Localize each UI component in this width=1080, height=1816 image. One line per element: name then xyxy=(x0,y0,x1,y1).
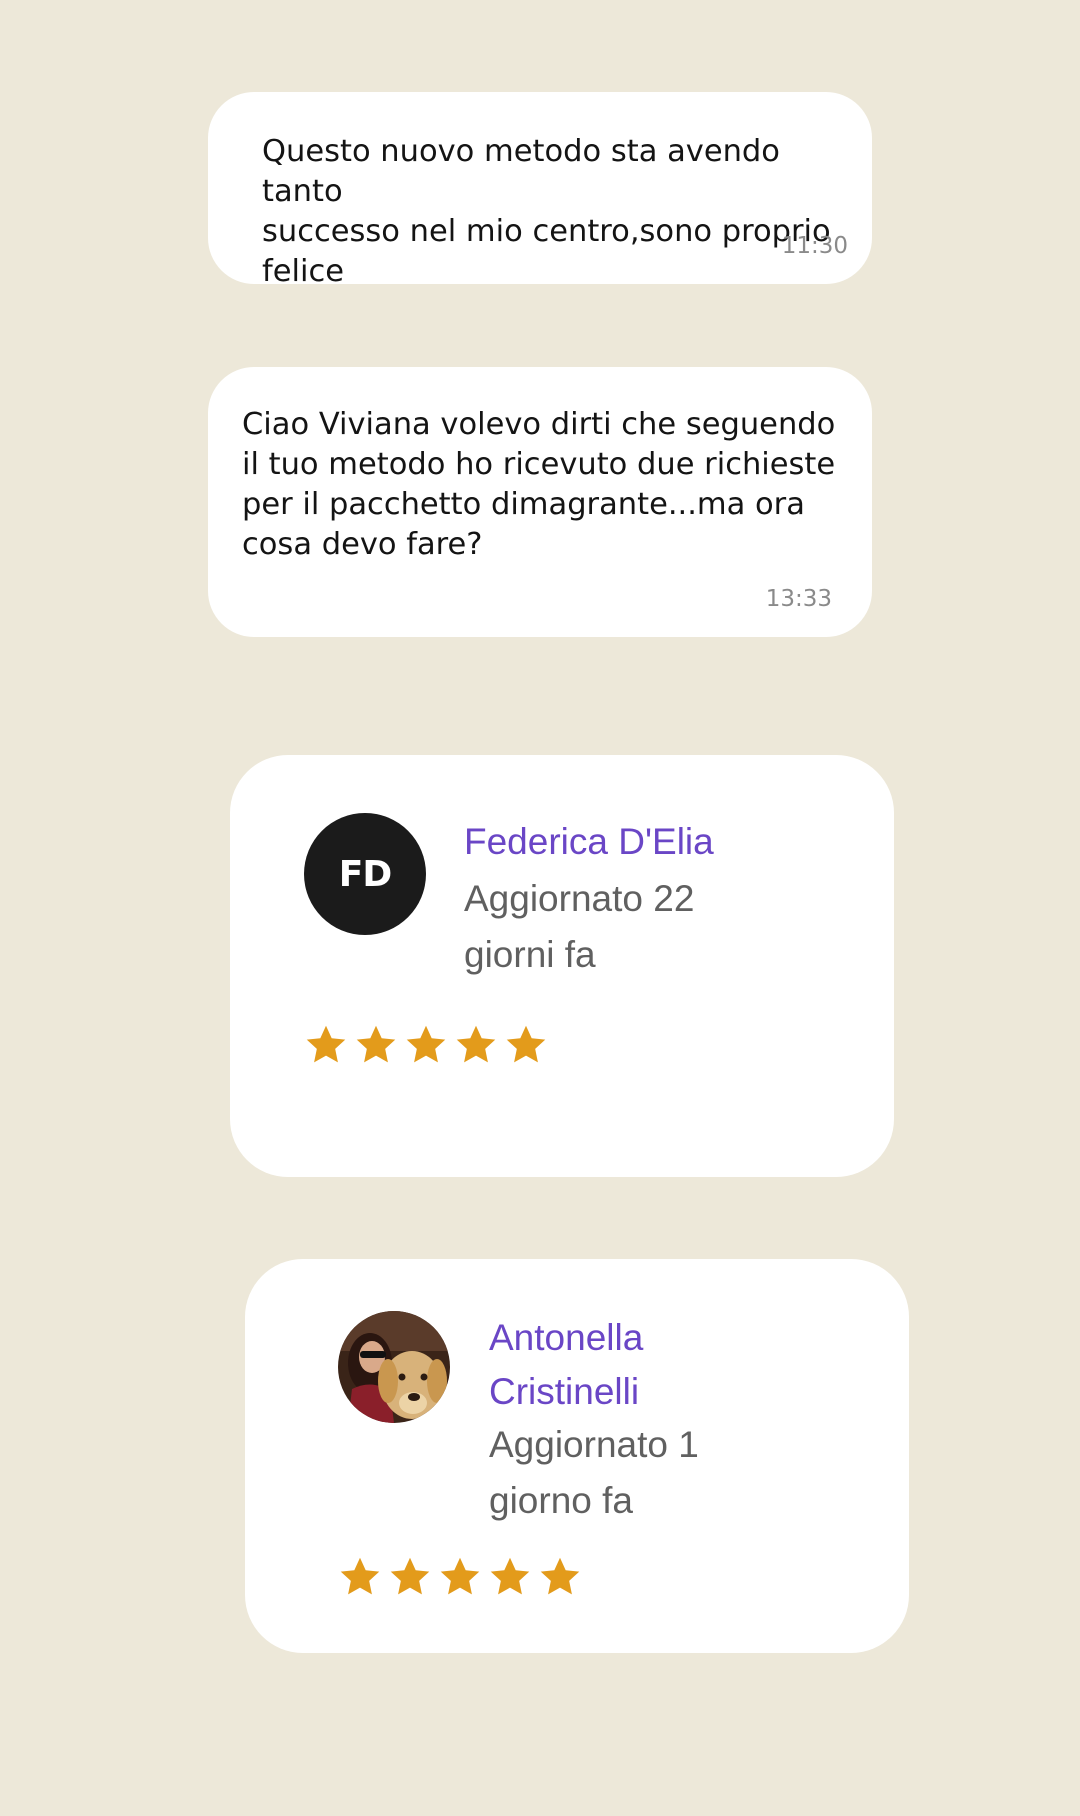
star-icon xyxy=(540,1557,580,1595)
message-time: 13:33 xyxy=(765,586,832,612)
star-rating xyxy=(304,1023,548,1067)
reviewer-name: Antonella Cristinelli xyxy=(489,1317,644,1412)
review-updated: Aggiornato 1 giorno fa xyxy=(489,1424,699,1521)
star-icon xyxy=(506,1025,546,1063)
chat-bubble: Questo nuovo metodo sta avendo tanto suc… xyxy=(208,92,872,289)
star-icon xyxy=(356,1025,396,1063)
avatar xyxy=(338,1311,450,1423)
star-icon xyxy=(306,1025,346,1063)
star-icon xyxy=(490,1557,530,1595)
reviewer-name: Federica D'Elia xyxy=(464,821,714,862)
message-text: Questo nuovo metodo sta avendo tanto suc… xyxy=(262,134,831,289)
message-text: Ciao Viviana volevo dirti che seguendo i… xyxy=(242,407,836,562)
review-card: Antonella Cristinelli Aggiornato 1 giorn… xyxy=(245,1259,909,1653)
star-rating xyxy=(338,1555,582,1599)
review-card: FD Federica D'Elia Aggiornato 22 giorni … xyxy=(230,755,894,1177)
user-photo-avatar-icon xyxy=(338,1311,450,1423)
message-time: 11:30 xyxy=(781,233,848,259)
star-icon xyxy=(406,1025,446,1063)
avatar: FD xyxy=(304,813,426,935)
star-icon xyxy=(340,1557,380,1595)
star-icon xyxy=(440,1557,480,1595)
star-icon xyxy=(456,1025,496,1063)
chat-bubble: Ciao Viviana volevo dirti che seguendo i… xyxy=(208,367,872,637)
review-updated: Aggiornato 22 giorni fa xyxy=(464,878,695,975)
star-icon xyxy=(390,1557,430,1595)
